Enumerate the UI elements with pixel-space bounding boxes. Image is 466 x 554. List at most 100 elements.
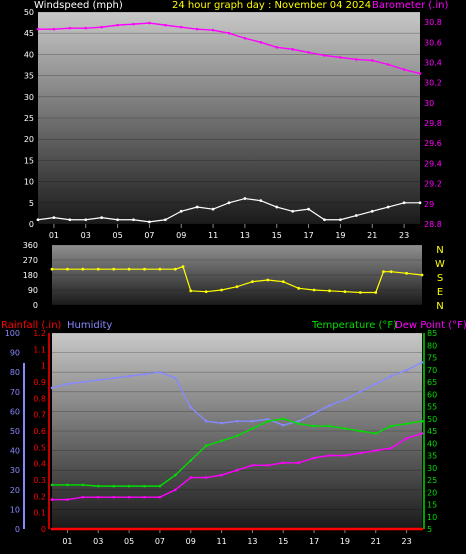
windspeed-point <box>259 199 263 203</box>
hour-tick-label: 05 <box>124 537 134 546</box>
direction-tick-label: 360 <box>23 241 38 250</box>
humidity-point <box>66 382 69 386</box>
rainfall-point <box>312 527 316 531</box>
dewpoint-point <box>281 461 285 465</box>
humidity-point <box>343 398 347 401</box>
barometer-point <box>291 48 294 51</box>
direction-point <box>358 291 362 294</box>
barometer-point <box>370 59 374 62</box>
direction-point <box>204 290 208 294</box>
temperature-tick-label: 25 <box>427 476 437 485</box>
rainfall-tick-label: 0.3 <box>33 476 46 485</box>
dewpoint-point <box>81 495 85 499</box>
rainfall-tick-label: 0.6 <box>33 427 46 436</box>
dewpoint-point <box>127 495 131 499</box>
barometer-point <box>100 25 103 29</box>
hour-tick-label: 07 <box>144 231 154 240</box>
barometer-point <box>84 26 88 30</box>
hour-tick-label: 19 <box>340 537 350 546</box>
barometer-tick-label: 29.8 <box>424 119 442 128</box>
rainfall-point <box>328 527 331 531</box>
rainfall-point <box>66 527 69 531</box>
temperature-tick-label: 40 <box>427 439 437 448</box>
windspeed-point <box>100 216 104 220</box>
humidity-point <box>50 386 54 390</box>
temperature-point <box>328 424 331 428</box>
humidity-point <box>328 404 331 407</box>
dewpoint-point <box>359 451 362 455</box>
direction-point <box>328 289 331 293</box>
hour-tick-label: 17 <box>303 231 313 240</box>
direction-point <box>251 280 254 284</box>
windspeed-point <box>307 207 310 211</box>
temperature-tick-label: 75 <box>427 354 437 363</box>
wind-tick-label: 40 <box>24 50 34 59</box>
hour-tick-label: 21 <box>367 231 377 240</box>
direction-point <box>405 271 408 275</box>
barometer-point <box>116 23 119 27</box>
direction-point <box>281 280 285 284</box>
wind-tick-label: 30 <box>24 93 34 102</box>
windspeed-point <box>132 218 135 222</box>
humidity-point <box>112 376 115 380</box>
direction-point <box>235 285 239 289</box>
barometer-tick-label: 28.8 <box>424 220 442 229</box>
windspeed-point <box>323 218 326 222</box>
temperature-point <box>189 459 193 462</box>
temperature-point <box>251 427 254 430</box>
rainfall-tick-label: 1.1 <box>33 345 46 354</box>
windspeed-point <box>339 218 342 222</box>
windspeed-point <box>418 201 422 205</box>
rainfall-point <box>220 527 223 531</box>
temperature-tick-label: 70 <box>427 366 437 375</box>
direction-point <box>50 267 54 271</box>
windspeed-point <box>36 218 40 222</box>
direction-point <box>143 267 146 271</box>
rainfall-tick-label: 1.2 <box>33 329 46 338</box>
humidity-point <box>235 419 239 423</box>
humidity-point <box>420 361 424 364</box>
direction-point <box>312 288 316 292</box>
rainfall-point <box>374 527 378 531</box>
hour-tick-label: 07 <box>155 537 165 546</box>
hour-tick-label: 21 <box>371 537 381 546</box>
compass-label: E <box>437 287 443 298</box>
rainfall-tick-label: 0.8 <box>33 394 46 403</box>
direction-tick-label: 0 <box>33 301 38 310</box>
barometer-tick-label: 30.2 <box>424 79 442 88</box>
temperature-tick-label: 50 <box>427 415 437 424</box>
humidity-point <box>204 419 208 423</box>
hour-tick-label: 13 <box>240 231 250 240</box>
temperature-tick-label: 15 <box>427 501 437 510</box>
humidity-point <box>96 378 100 382</box>
wind-tick-label: 45 <box>24 29 34 38</box>
hour-tick-label: 03 <box>81 231 91 240</box>
dewpoint-point <box>420 432 424 435</box>
dewpoint-point <box>405 437 408 440</box>
direction-tick-label: 270 <box>23 256 38 265</box>
temperature-tick-label: 10 <box>427 513 437 522</box>
dewpoint-point <box>189 476 193 479</box>
wind-tick-label: 15 <box>24 156 34 165</box>
temperature-point <box>143 484 146 488</box>
dewpoint-point <box>374 449 378 452</box>
rainfall-point <box>158 527 162 531</box>
rainfall-point <box>81 527 85 531</box>
temperature-point <box>405 422 408 425</box>
dewpoint-point <box>328 454 331 457</box>
barometer-point <box>323 54 326 57</box>
temperature-point <box>112 484 115 488</box>
wind-tick-label: 25 <box>24 114 34 123</box>
humidity-point <box>174 376 177 380</box>
temperature-tick-label: 55 <box>427 403 437 412</box>
rainfall-tick-label: 0.7 <box>33 411 46 420</box>
hour-tick-label: 09 <box>176 231 186 240</box>
direction-point <box>66 267 69 271</box>
dewpoint-point <box>389 446 393 450</box>
hour-tick-label: 11 <box>216 537 226 546</box>
rainfall-point <box>343 527 347 531</box>
barometer-point <box>132 22 135 26</box>
hour-tick-label: 01 <box>49 231 59 240</box>
rainfall-point <box>189 527 193 531</box>
humidity-tick-label: 50 <box>10 427 20 436</box>
